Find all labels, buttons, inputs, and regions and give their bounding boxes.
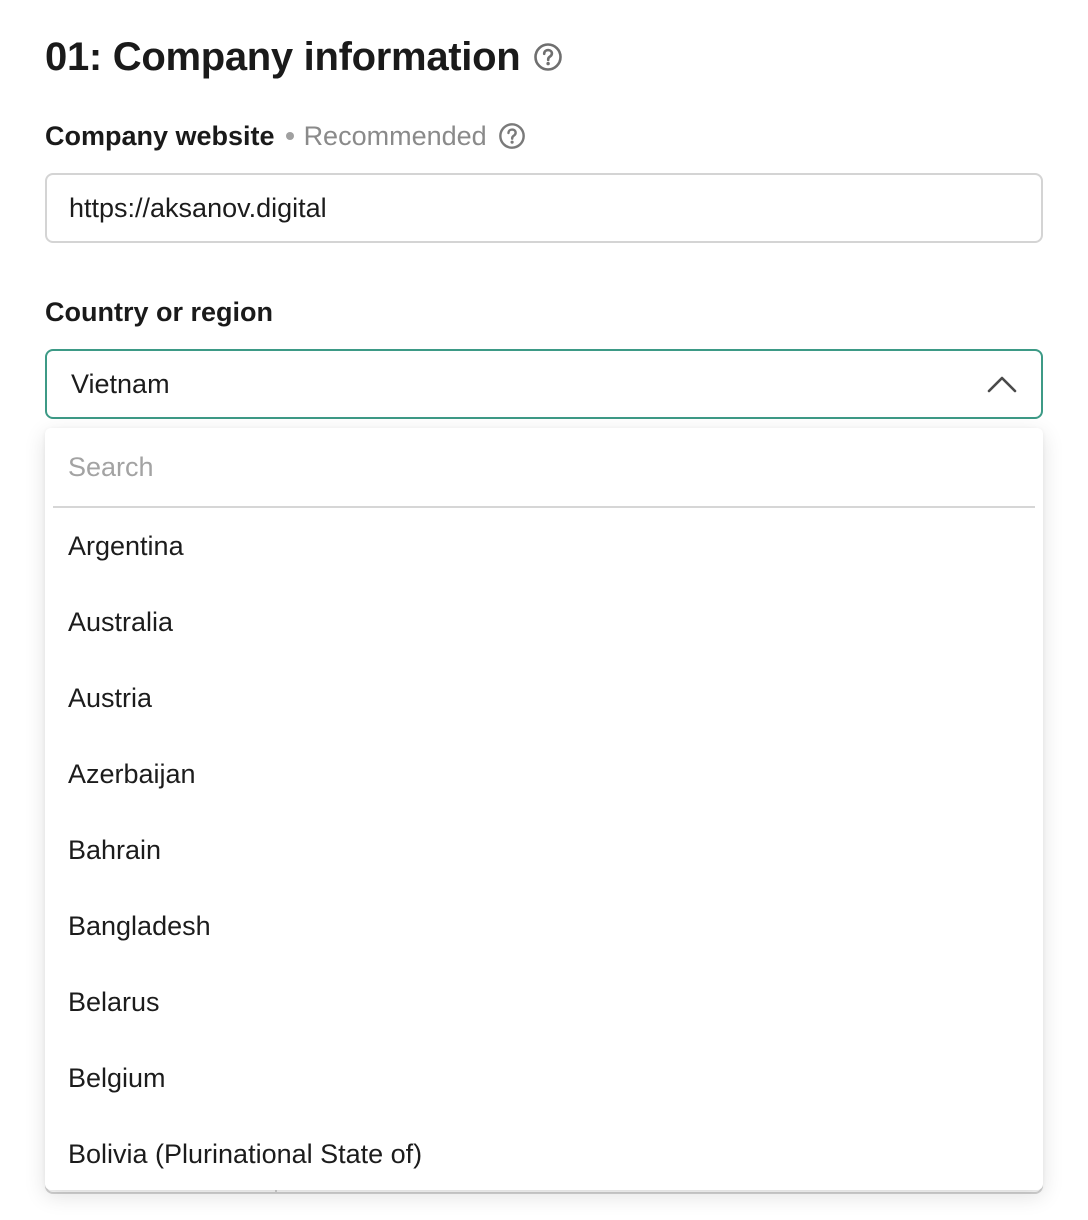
country-label-text: Country or region [45, 296, 273, 327]
country-option[interactable]: Belarus [45, 964, 1043, 1040]
country-option[interactable]: Azerbaijan [45, 736, 1043, 812]
country-option[interactable]: Australia [45, 584, 1043, 660]
section-title: 01: Company information [45, 34, 521, 79]
country-options-list: Argentina Australia Austria Azerbaijan B… [45, 508, 1043, 1190]
country-search-input[interactable] [53, 428, 1035, 506]
country-option[interactable]: Bahrain [45, 812, 1043, 888]
question-circle-icon[interactable] [533, 42, 563, 72]
country-select[interactable]: Vietnam [45, 349, 1043, 419]
country-label: Country or region [45, 292, 273, 332]
country-option[interactable]: Argentina [45, 508, 1043, 584]
country-option[interactable]: Bolivia (Plurinational State of) [45, 1116, 1043, 1190]
company-website-value: https://aksanov.digital [69, 192, 327, 223]
section-header: 01: Company information [45, 30, 563, 84]
country-option[interactable]: Belgium [45, 1040, 1043, 1116]
country-option[interactable]: Austria [45, 660, 1043, 736]
dropdown-search [53, 428, 1035, 508]
company-information-form: 01: Company information Company website … [0, 0, 1088, 1220]
country-option[interactable]: Bangladesh [45, 888, 1043, 964]
company-website-label-text: Company website [45, 120, 275, 151]
company-website-label: Company website Recommended [45, 116, 526, 156]
country-dropdown: Argentina Australia Austria Azerbaijan B… [45, 428, 1043, 1190]
country-selected-value: Vietnam [71, 368, 170, 399]
bullet-separator [285, 132, 294, 140]
recommended-label: Recommended [303, 120, 487, 151]
company-website-input[interactable]: https://aksanov.digital [45, 173, 1043, 243]
chevron-up-icon[interactable] [987, 375, 1017, 393]
question-circle-icon[interactable] [498, 122, 526, 150]
